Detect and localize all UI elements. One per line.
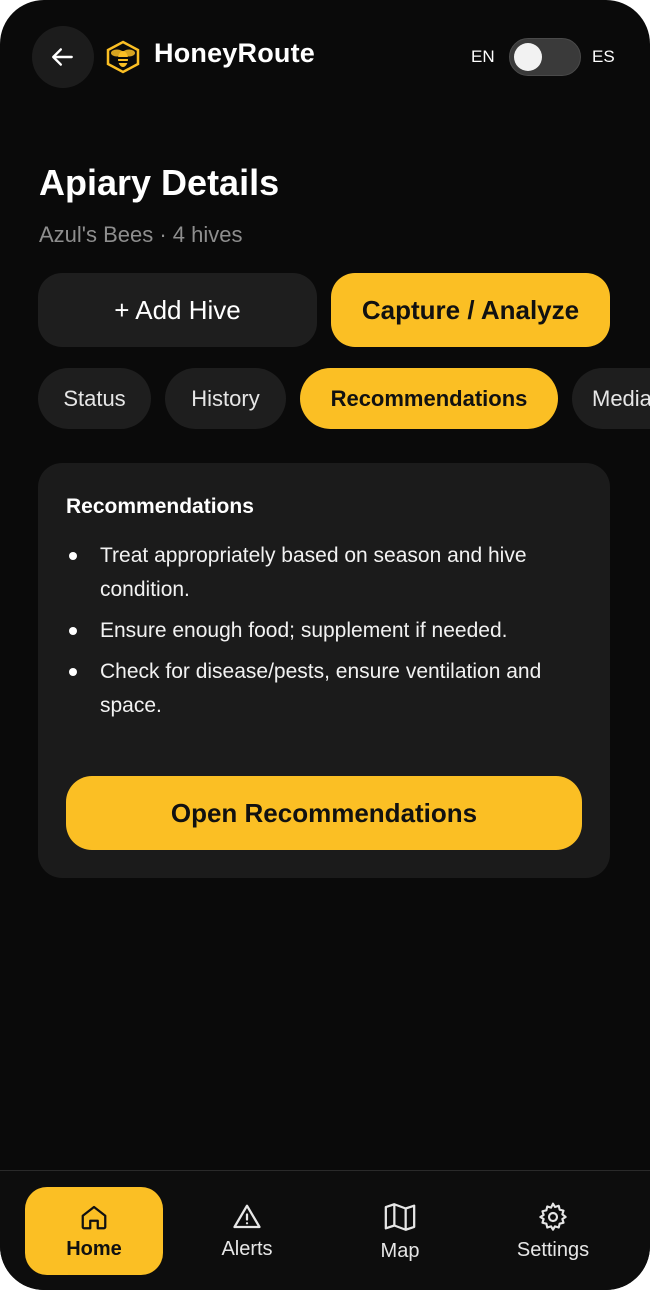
home-icon [81, 1205, 107, 1229]
list-item: Check for disease/pests, ensure ventilat… [66, 655, 566, 723]
page-subtitle: Azul's Bees · 4 hives [39, 222, 243, 247]
alert-triangle-icon [233, 1204, 261, 1228]
tab-history[interactable]: History [165, 368, 286, 429]
add-hive-button[interactable]: + Add Hive [38, 273, 317, 347]
page-title: Apiary Details [39, 162, 280, 203]
recommendation-text: Ensure enough food; supplement if needed… [100, 619, 508, 642]
nav-label: Settings [516, 1238, 590, 1261]
nav-item-map[interactable]: Map [331, 1187, 469, 1275]
capture-analyze-button[interactable]: Capture / Analyze [331, 273, 610, 347]
bullet-icon [69, 627, 77, 635]
bullet-icon [69, 668, 77, 676]
nav-item-settings[interactable]: Settings [484, 1187, 622, 1275]
bottom-nav: Home Alerts Map Settings [0, 1170, 650, 1290]
nav-item-alerts[interactable]: Alerts [178, 1187, 316, 1275]
list-item: Treat appropriately based on season and … [66, 539, 566, 607]
nav-label: Home [66, 1237, 122, 1260]
language-toggle[interactable] [509, 38, 581, 76]
recommendation-list: Treat appropriately based on season and … [66, 539, 566, 730]
list-item: Ensure enough food; supplement if needed… [66, 614, 566, 648]
bee-logo-icon [106, 40, 140, 74]
tab-status[interactable]: Status [38, 368, 151, 429]
card-title: Recommendations [66, 495, 254, 518]
recommendations-card: Recommendations Treat appropriately base… [38, 463, 610, 878]
nav-item-home[interactable]: Home [25, 1187, 163, 1275]
tab-recommendations[interactable]: Recommendations [300, 368, 558, 429]
language-label-en: EN [471, 47, 495, 66]
nav-label: Map [380, 1239, 420, 1262]
app-screen: HoneyRoute EN ES Apiary Details Azul's B… [0, 0, 650, 1290]
nav-label: Alerts [221, 1237, 273, 1260]
recommendation-text: Check for disease/pests, ensure ventilat… [100, 660, 542, 717]
bullet-icon [69, 552, 77, 560]
toggle-knob [514, 43, 542, 71]
tab-media[interactable]: Media [572, 368, 650, 429]
app-title: HoneyRoute [154, 38, 316, 68]
open-recommendations-button[interactable]: Open Recommendations [66, 776, 582, 850]
language-label-es: ES [592, 47, 615, 66]
gear-icon [539, 1202, 567, 1231]
back-button[interactable] [32, 26, 94, 88]
arrow-left-icon [52, 48, 73, 66]
recommendation-text: Treat appropriately based on season and … [100, 544, 527, 601]
map-icon [384, 1202, 416, 1231]
